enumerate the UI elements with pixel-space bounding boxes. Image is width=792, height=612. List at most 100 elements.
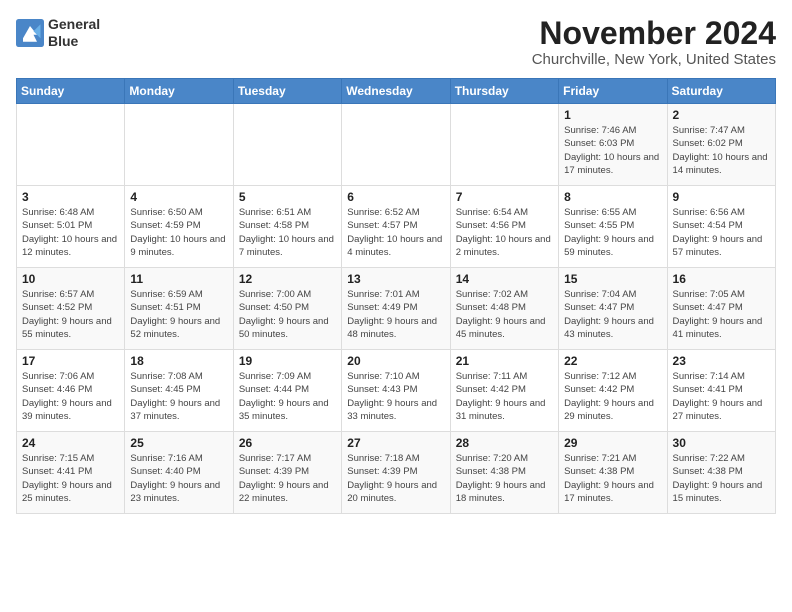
day-number: 21 (456, 354, 553, 368)
calendar-cell: 1 Sunrise: 7:46 AM Sunset: 6:03 PM Daylig… (559, 104, 667, 186)
day-info: Sunrise: 6:51 AM Sunset: 4:58 PM Dayligh… (239, 206, 336, 259)
day-info: Sunrise: 6:54 AM Sunset: 4:56 PM Dayligh… (456, 206, 553, 259)
weekday-header: Wednesday (342, 79, 450, 104)
day-number: 9 (673, 190, 770, 204)
calendar-cell (17, 104, 125, 186)
calendar-cell: 3 Sunrise: 6:48 AM Sunset: 5:01 PM Daylig… (17, 186, 125, 268)
calendar-week-row: 3 Sunrise: 6:48 AM Sunset: 5:01 PM Daylig… (17, 186, 776, 268)
day-info: Sunrise: 7:10 AM Sunset: 4:43 PM Dayligh… (347, 370, 444, 423)
day-info: Sunrise: 6:57 AM Sunset: 4:52 PM Dayligh… (22, 288, 119, 341)
calendar-week-row: 24 Sunrise: 7:15 AM Sunset: 4:41 PM Dayli… (17, 432, 776, 514)
day-info: Sunrise: 7:14 AM Sunset: 4:41 PM Dayligh… (673, 370, 770, 423)
day-info: Sunrise: 7:02 AM Sunset: 4:48 PM Dayligh… (456, 288, 553, 341)
day-info: Sunrise: 7:47 AM Sunset: 6:02 PM Dayligh… (673, 124, 770, 177)
day-info: Sunrise: 6:59 AM Sunset: 4:51 PM Dayligh… (130, 288, 227, 341)
day-number: 25 (130, 436, 227, 450)
day-number: 16 (673, 272, 770, 286)
calendar-cell: 10 Sunrise: 6:57 AM Sunset: 4:52 PM Dayli… (17, 268, 125, 350)
day-number: 17 (22, 354, 119, 368)
day-info: Sunrise: 7:17 AM Sunset: 4:39 PM Dayligh… (239, 452, 336, 505)
weekday-header: Sunday (17, 79, 125, 104)
calendar-cell: 5 Sunrise: 6:51 AM Sunset: 4:58 PM Daylig… (233, 186, 341, 268)
calendar-cell: 26Sunrise: 7:17 AM Sunset: 4:39 PM Dayli… (233, 432, 341, 514)
day-number: 5 (239, 190, 336, 204)
day-number: 6 (347, 190, 444, 204)
weekday-header: Thursday (450, 79, 558, 104)
calendar-cell (233, 104, 341, 186)
day-number: 24 (22, 436, 119, 450)
day-number: 12 (239, 272, 336, 286)
day-info: Sunrise: 6:48 AM Sunset: 5:01 PM Dayligh… (22, 206, 119, 259)
calendar-cell: 2 Sunrise: 7:47 AM Sunset: 6:02 PM Daylig… (667, 104, 775, 186)
day-number: 28 (456, 436, 553, 450)
calendar-cell: 16Sunrise: 7:05 AM Sunset: 4:47 PM Dayli… (667, 268, 775, 350)
location-title: Churchville, New York, United States (532, 51, 776, 68)
day-number: 27 (347, 436, 444, 450)
day-info: Sunrise: 7:06 AM Sunset: 4:46 PM Dayligh… (22, 370, 119, 423)
calendar-cell (342, 104, 450, 186)
header: General Blue November 2024 Churchville, … (16, 16, 776, 68)
calendar-cell: 14 Sunrise: 7:02 AM Sunset: 4:48 PM Dayli… (450, 268, 558, 350)
weekday-header: Tuesday (233, 79, 341, 104)
logo-text: General Blue (48, 16, 100, 50)
day-info: Sunrise: 7:09 AM Sunset: 4:44 PM Dayligh… (239, 370, 336, 423)
calendar-cell: 19 Sunrise: 7:09 AM Sunset: 4:44 PM Dayli… (233, 350, 341, 432)
calendar-week-row: 17 Sunrise: 7:06 AM Sunset: 4:46 PM Dayli… (17, 350, 776, 432)
calendar-cell: 6 Sunrise: 6:52 AM Sunset: 4:57 PM Daylig… (342, 186, 450, 268)
month-title: November 2024 (532, 16, 776, 51)
day-info: Sunrise: 7:01 AM Sunset: 4:49 PM Dayligh… (347, 288, 444, 341)
day-info: Sunrise: 7:12 AM Sunset: 4:42 PM Dayligh… (564, 370, 661, 423)
day-number: 23 (673, 354, 770, 368)
day-number: 4 (130, 190, 227, 204)
day-number: 1 (564, 108, 661, 122)
day-info: Sunrise: 7:22 AM Sunset: 4:38 PM Dayligh… (673, 452, 770, 505)
day-info: Sunrise: 7:11 AM Sunset: 4:42 PM Dayligh… (456, 370, 553, 423)
weekday-header: Saturday (667, 79, 775, 104)
day-number: 8 (564, 190, 661, 204)
day-info: Sunrise: 7:08 AM Sunset: 4:45 PM Dayligh… (130, 370, 227, 423)
calendar-cell: 21 Sunrise: 7:11 AM Sunset: 4:42 PM Dayli… (450, 350, 558, 432)
calendar-cell: 11 Sunrise: 6:59 AM Sunset: 4:51 PM Dayli… (125, 268, 233, 350)
calendar-cell: 7Sunrise: 6:54 AM Sunset: 4:56 PM Daylig… (450, 186, 558, 268)
calendar-cell: 15 Sunrise: 7:04 AM Sunset: 4:47 PM Dayli… (559, 268, 667, 350)
day-info: Sunrise: 6:52 AM Sunset: 4:57 PM Dayligh… (347, 206, 444, 259)
calendar-cell: 13 Sunrise: 7:01 AM Sunset: 4:49 PM Dayli… (342, 268, 450, 350)
day-number: 2 (673, 108, 770, 122)
calendar-cell: 18 Sunrise: 7:08 AM Sunset: 4:45 PM Dayli… (125, 350, 233, 432)
weekday-header: Friday (559, 79, 667, 104)
day-info: Sunrise: 6:55 AM Sunset: 4:55 PM Dayligh… (564, 206, 661, 259)
calendar-cell (125, 104, 233, 186)
calendar-cell: 25 Sunrise: 7:16 AM Sunset: 4:40 PM Dayli… (125, 432, 233, 514)
calendar-cell: 8 Sunrise: 6:55 AM Sunset: 4:55 PM Daylig… (559, 186, 667, 268)
calendar-cell: 27Sunrise: 7:18 AM Sunset: 4:39 PM Dayli… (342, 432, 450, 514)
calendar-cell: 28Sunrise: 7:20 AM Sunset: 4:38 PM Dayli… (450, 432, 558, 514)
day-number: 20 (347, 354, 444, 368)
day-number: 14 (456, 272, 553, 286)
title-area: November 2024 Churchville, New York, Uni… (532, 16, 776, 68)
day-info: Sunrise: 7:46 AM Sunset: 6:03 PM Dayligh… (564, 124, 661, 177)
calendar-cell: 24 Sunrise: 7:15 AM Sunset: 4:41 PM Dayli… (17, 432, 125, 514)
calendar-week-row: 10 Sunrise: 6:57 AM Sunset: 4:52 PM Dayli… (17, 268, 776, 350)
day-number: 3 (22, 190, 119, 204)
calendar-table: SundayMondayTuesdayWednesdayThursdayFrid… (16, 78, 776, 514)
calendar-cell: 23 Sunrise: 7:14 AM Sunset: 4:41 PM Dayli… (667, 350, 775, 432)
day-number: 11 (130, 272, 227, 286)
logo: General Blue (16, 16, 100, 50)
calendar-cell: 22Sunrise: 7:12 AM Sunset: 4:42 PM Dayli… (559, 350, 667, 432)
day-info: Sunrise: 6:56 AM Sunset: 4:54 PM Dayligh… (673, 206, 770, 259)
day-number: 13 (347, 272, 444, 286)
day-number: 30 (673, 436, 770, 450)
day-info: Sunrise: 7:15 AM Sunset: 4:41 PM Dayligh… (22, 452, 119, 505)
calendar-cell: 4 Sunrise: 6:50 AM Sunset: 4:59 PM Daylig… (125, 186, 233, 268)
weekday-header: Monday (125, 79, 233, 104)
day-info: Sunrise: 7:16 AM Sunset: 4:40 PM Dayligh… (130, 452, 227, 505)
calendar-cell: 29Sunrise: 7:21 AM Sunset: 4:38 PM Dayli… (559, 432, 667, 514)
calendar-cell: 12Sunrise: 7:00 AM Sunset: 4:50 PM Dayli… (233, 268, 341, 350)
day-number: 18 (130, 354, 227, 368)
day-number: 19 (239, 354, 336, 368)
day-info: Sunrise: 7:04 AM Sunset: 4:47 PM Dayligh… (564, 288, 661, 341)
day-number: 15 (564, 272, 661, 286)
calendar-cell (450, 104, 558, 186)
day-number: 10 (22, 272, 119, 286)
day-info: Sunrise: 6:50 AM Sunset: 4:59 PM Dayligh… (130, 206, 227, 259)
